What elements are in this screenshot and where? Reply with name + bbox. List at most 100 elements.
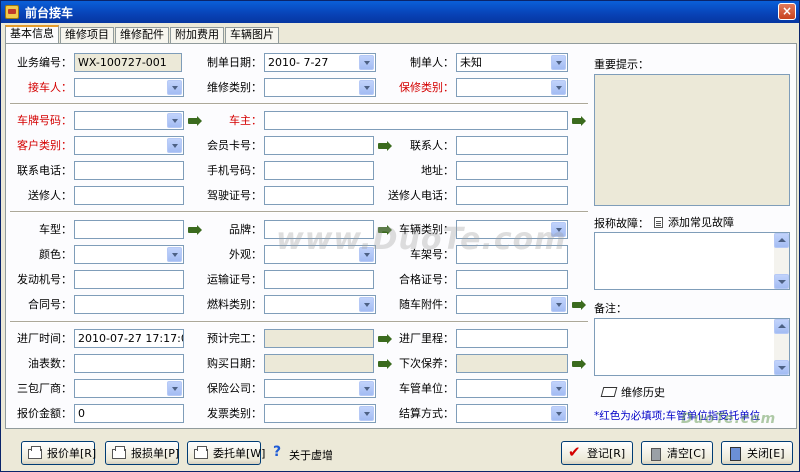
transport-cert-field[interactable] — [264, 270, 374, 289]
accessories-label: 随车附件： — [399, 298, 454, 311]
sender-field[interactable] — [74, 186, 184, 205]
purchase-date-field[interactable] — [264, 354, 374, 373]
order-date-picker[interactable]: 2010- 7-27 — [264, 53, 376, 72]
remark-scrollbar[interactable] — [774, 319, 789, 375]
dropdown-arrow-icon[interactable] — [359, 406, 374, 421]
entrust-sheet-button[interactable]: 委托单[W] — [187, 441, 265, 465]
owner-field[interactable] — [264, 111, 568, 130]
sender-phone-field[interactable] — [456, 186, 568, 205]
clear-button[interactable]: 清空[C] — [641, 441, 713, 465]
plate-no-select[interactable] — [74, 111, 184, 130]
entrust-sheet-label: 委托单[W] — [213, 447, 266, 460]
transport-cert-label: 运输证号： — [207, 273, 262, 286]
section-divider — [10, 321, 588, 323]
repair-type-select[interactable] — [264, 78, 376, 97]
fault-label: 报称故障： — [594, 217, 649, 230]
dropdown-arrow-icon[interactable] — [551, 297, 566, 312]
owner-pick-icon[interactable] — [572, 115, 586, 127]
fault-scrollbar[interactable] — [774, 233, 789, 289]
dropdown-arrow-icon[interactable] — [359, 80, 374, 95]
dropdown-arrow-icon[interactable] — [551, 80, 566, 95]
invoice-type-select[interactable] — [264, 404, 376, 423]
entry-time-field[interactable]: 2010-07-27 17:17:00 — [74, 329, 184, 348]
fuel-type-select[interactable] — [264, 295, 376, 314]
address-field[interactable] — [456, 161, 568, 180]
vehicle-type-select[interactable] — [456, 220, 568, 239]
dropdown-arrow-icon[interactable] — [359, 297, 374, 312]
entry-mileage-label: 进厂里程： — [399, 332, 454, 345]
invoice-type-label: 发票类别： — [207, 407, 262, 420]
contact-field[interactable] — [456, 136, 568, 155]
dropdown-arrow-icon[interactable] — [167, 247, 182, 262]
tab-vehicle-images[interactable]: 车辆图片 — [225, 27, 279, 43]
receiver-select[interactable] — [74, 78, 184, 97]
quote-sheet-label: 报价单[R] — [47, 447, 97, 460]
dropdown-arrow-icon[interactable] — [167, 80, 182, 95]
model-field[interactable] — [74, 220, 184, 239]
dropdown-arrow-icon[interactable] — [359, 55, 374, 70]
close-button[interactable]: 关闭[E] — [721, 441, 793, 465]
book-icon — [600, 387, 618, 397]
loss-sheet-button[interactable]: 报损单[P] — [105, 441, 179, 465]
dropdown-arrow-icon[interactable] — [359, 381, 374, 396]
dropdown-arrow-icon[interactable] — [551, 406, 566, 421]
accessories-select[interactable] — [456, 295, 568, 314]
dropdown-arrow-icon[interactable] — [167, 138, 182, 153]
warranty-vendor-select[interactable] — [74, 379, 184, 398]
contract-no-field[interactable] — [74, 295, 184, 314]
add-common-fault-link[interactable]: 添加常见故障 — [654, 214, 734, 230]
register-button[interactable]: 登记[R] — [561, 441, 633, 465]
dropdown-arrow-icon[interactable] — [167, 381, 182, 396]
order-date-label: 制单日期： — [207, 56, 262, 69]
dropdown-arrow-icon[interactable] — [551, 381, 566, 396]
fault-textarea[interactable] — [594, 232, 790, 290]
entry-mileage-field[interactable] — [456, 329, 568, 348]
settle-method-select[interactable] — [456, 404, 568, 423]
customer-type-select[interactable] — [74, 136, 184, 155]
biz-no-field[interactable]: WX-100727-001 — [74, 53, 182, 72]
fleet-unit-select[interactable] — [456, 379, 568, 398]
next-service-field[interactable] — [456, 354, 568, 373]
phone-label: 联系电话： — [17, 164, 72, 177]
insurer-select[interactable] — [264, 379, 376, 398]
accessories-pick-icon[interactable] — [572, 299, 586, 311]
phone-field[interactable] — [74, 161, 184, 180]
tab-basic-info[interactable]: 基本信息 — [5, 25, 59, 43]
color-select[interactable] — [74, 245, 184, 264]
maker-select[interactable]: 未知 — [456, 53, 568, 72]
maker-value: 未知 — [460, 56, 482, 69]
member-card-field[interactable] — [264, 136, 374, 155]
about-link[interactable]: 关于虚增 — [289, 447, 333, 463]
engine-no-field[interactable] — [74, 270, 184, 289]
tab-extra-fees[interactable]: 附加费用 — [170, 27, 224, 43]
appearance-select[interactable] — [264, 245, 376, 264]
next-service-pick-icon[interactable] — [572, 358, 586, 370]
frame-no-field[interactable] — [456, 245, 568, 264]
dropdown-arrow-icon[interactable] — [551, 222, 566, 237]
vehicle-type-label: 车辆类别： — [399, 223, 454, 236]
entry-time-label: 进厂时间： — [17, 332, 72, 345]
scroll-down-icon[interactable] — [774, 274, 789, 289]
scroll-down-icon[interactable] — [774, 360, 789, 375]
dropdown-arrow-icon[interactable] — [359, 247, 374, 262]
mobile-field[interactable] — [264, 161, 374, 180]
scroll-up-icon[interactable] — [774, 233, 789, 248]
tab-repair-items[interactable]: 维修项目 — [60, 27, 114, 43]
brand-field[interactable] — [264, 220, 374, 239]
odometer-field[interactable] — [74, 354, 184, 373]
tab-repair-parts[interactable]: 维修配件 — [115, 27, 169, 43]
quote-amount-field[interactable]: 0 — [74, 404, 184, 423]
scroll-up-icon[interactable] — [774, 319, 789, 334]
quote-sheet-button[interactable]: 报价单[R] — [21, 441, 97, 465]
repair-history-link[interactable]: 维修历史 — [600, 384, 665, 400]
remark-textarea[interactable] — [594, 318, 790, 376]
dropdown-arrow-icon[interactable] — [167, 113, 182, 128]
warranty-type-select[interactable] — [456, 78, 568, 97]
odometer-label: 油表数： — [28, 357, 72, 370]
dropdown-arrow-icon[interactable] — [551, 55, 566, 70]
est-finish-field[interactable] — [264, 329, 374, 348]
close-window-button[interactable]: × — [778, 3, 796, 20]
qualify-cert-field[interactable] — [456, 270, 568, 289]
question-icon[interactable]: ? — [273, 444, 281, 460]
license-no-field[interactable] — [264, 186, 374, 205]
